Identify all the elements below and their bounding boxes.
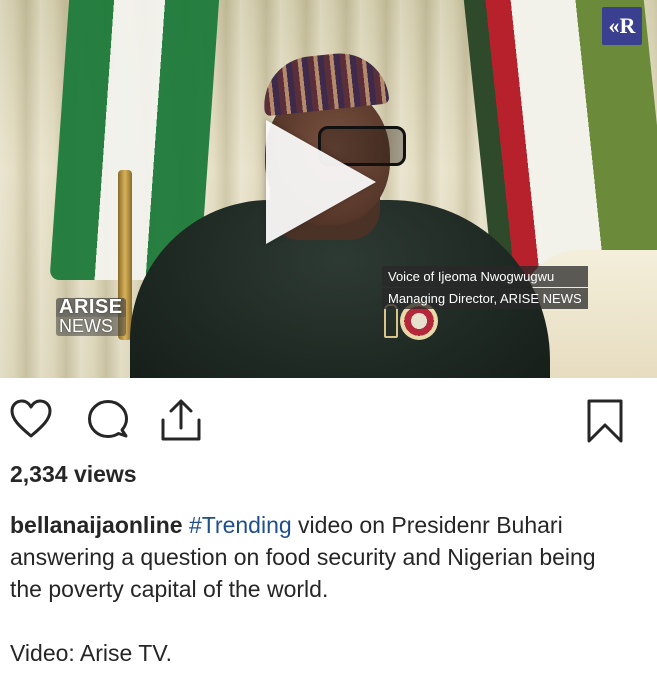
share-icon[interactable] (158, 398, 204, 442)
arise-news-watermark: ARISE NEWS (56, 297, 126, 336)
view-count: 2,334 views (10, 461, 137, 487)
video-player[interactable]: Voice of Ijeoma Nwogwugwu Managing Direc… (0, 0, 657, 378)
comment-icon[interactable] (86, 398, 130, 442)
lower-third-line1: Voice of Ijeoma Nwogwugwu (382, 266, 588, 287)
heart-icon[interactable] (9, 398, 53, 440)
caption-credit: Video: Arise TV. (10, 640, 172, 666)
action-bar (0, 398, 657, 448)
watermark-arise: ARISE (56, 297, 126, 317)
play-icon[interactable] (266, 120, 376, 244)
lower-third: Voice of Ijeoma Nwogwugwu Managing Direc… (382, 266, 588, 310)
bookmark-icon[interactable] (586, 398, 624, 444)
lower-third-line2: Managing Director, ARISE NEWS (382, 288, 588, 309)
watermark-news: NEWS (56, 317, 126, 336)
channel-logo: «R (602, 7, 642, 45)
post-caption: bellanaijaonline #Trending video on Pres… (10, 509, 630, 669)
post-username[interactable]: bellanaijaonline (10, 512, 183, 538)
hashtag-link[interactable]: #Trending (189, 512, 292, 538)
